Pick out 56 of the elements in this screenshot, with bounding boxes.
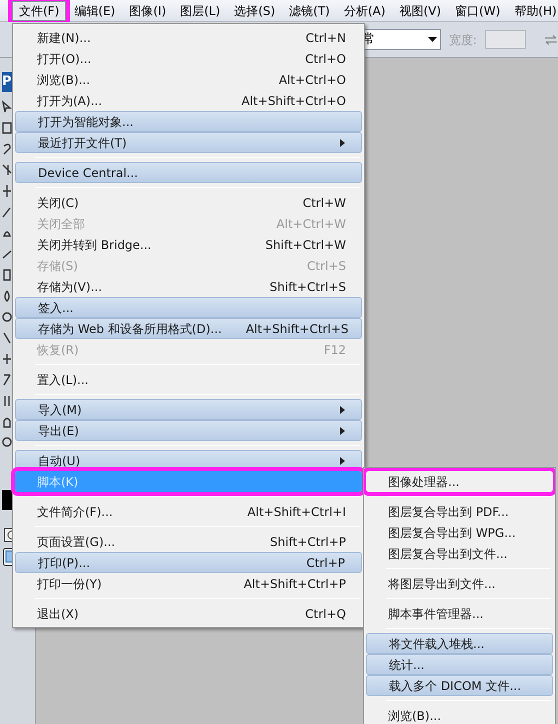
menu-bar-item[interactable]: 选择(S) [228,0,282,20]
menu-item[interactable]: 浏览(B)... [366,705,553,724]
menu-bar-item[interactable]: 图层(L) [174,0,226,20]
menu-item[interactable]: 关闭并转到 Bridge... Shift+Ctrl+W [15,234,362,255]
menu-item[interactable]: 打开(O)... Ctrl+O [15,48,362,69]
app-logo: P [2,72,12,92]
tool-icon[interactable] [2,352,12,366]
tool-icon[interactable] [2,415,12,429]
tool-icon[interactable] [2,163,12,177]
menu-item[interactable]: 页面设置(G)... Shift+Ctrl+P [15,531,362,552]
menu-item[interactable]: 导入(M) [15,399,362,420]
menu-bar-item[interactable]: 编辑(E) [68,0,122,20]
tool-icon[interactable] [2,184,12,198]
tool-icon[interactable] [2,268,12,282]
menu-item[interactable]: 存储为(V)... Shift+Ctrl+S [15,276,362,297]
menu-item[interactable]: 脚本事件管理器... [366,603,553,624]
menu-item[interactable]: 图层复合导出到文件... [366,543,553,564]
menu-item[interactable]: 打开为(A)... Alt+Shift+Ctrl+O [15,90,362,111]
tool-icon[interactable] [2,310,12,324]
menu-item[interactable]: 退出(X) Ctrl+Q [15,603,362,624]
menu-item[interactable]: 关闭(C) Ctrl+W [15,192,362,213]
menu-item[interactable]: 文件简介(F)... Alt+Shift+Ctrl+I [15,501,362,522]
tool-icon[interactable] [2,142,12,156]
menu-bar-item[interactable]: 分析(A) [338,0,392,20]
menu-item[interactable]: 将图层导出到文件... [366,573,553,594]
caret-icon [428,37,437,42]
menu-bar-item[interactable]: 帮助(H) [508,0,558,20]
menu-item[interactable]: 打印(P)... Ctrl+P [15,552,362,573]
menu-item[interactable]: 图层复合导出到 PDF... [366,501,553,522]
menu-bar-item[interactable]: 视图(V) [393,0,448,20]
tool-icon[interactable] [2,205,12,219]
menu-bar-item[interactable]: 图像(I) [123,0,172,20]
menu-item[interactable]: 图层复合导出到 WPG... [366,522,553,543]
menu-item[interactable]: 打开为智能对象... [15,111,362,132]
menu-item[interactable]: 置入(L)... [15,369,362,390]
tool-icon[interactable] [2,121,12,135]
menu-item[interactable]: 最近打开文件(T) [15,132,362,153]
tool-icon[interactable] [2,331,12,345]
tool-icon[interactable] [2,100,12,114]
menu-item[interactable]: 导出(E) [15,420,362,441]
swap-icon[interactable] [544,34,558,44]
tool-icon[interactable] [2,394,12,408]
menu-item[interactable]: 存储为 Web 和设备所用格式(D)... Alt+Shift+Ctrl+S [15,318,362,339]
menu-item[interactable]: 签入... [15,297,362,318]
menu-bar-item[interactable]: 滤镜(T) [283,0,336,20]
menu-item[interactable]: Device Central... [15,162,362,183]
tool-icon[interactable] [2,289,12,303]
menu-bar-item[interactable]: 窗口(W) [449,0,506,20]
menu-item[interactable]: 将文件载入堆栈... [366,633,553,654]
menu-item[interactable]: 载入多个 DICOM 文件... [366,675,553,696]
menu-item[interactable]: 打印一份(Y) Alt+Shift+Ctrl+P [15,573,362,594]
menu-item[interactable]: 浏览(B)... Alt+Ctrl+O [15,69,362,90]
menu-item[interactable]: 统计... [366,654,553,675]
width-field[interactable] [484,30,526,49]
tool-icon[interactable] [2,373,12,387]
width-label: 宽度: [448,32,477,48]
